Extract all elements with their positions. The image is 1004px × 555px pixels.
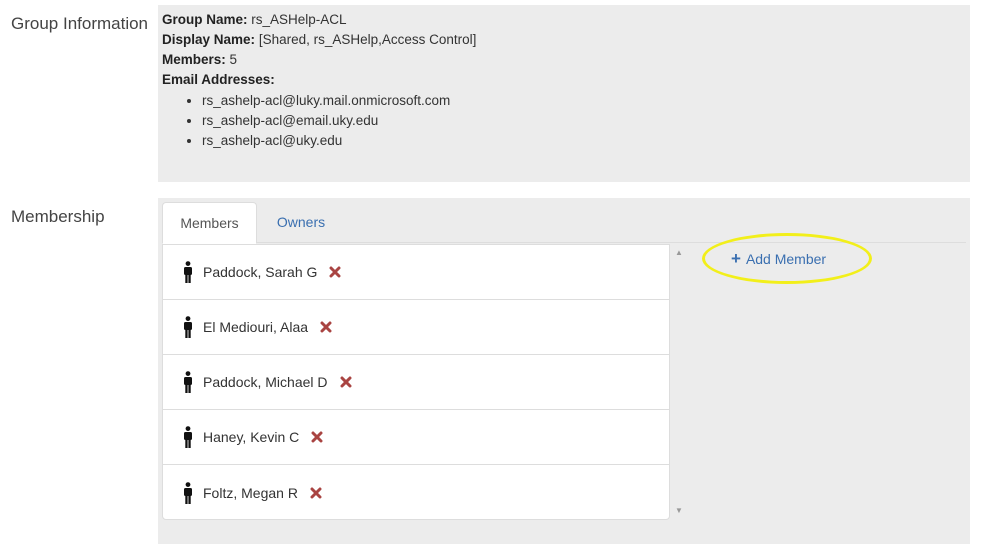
member-name: Haney, Kevin C (203, 429, 300, 445)
scroll-down-arrow-icon[interactable]: ▼ (675, 506, 683, 515)
display-name-label: Display Name: (162, 32, 256, 47)
remove-x-icon[interactable] (340, 376, 352, 388)
display-name-row: Display Name: [Shared, rs_ASHelp,Access … (162, 30, 966, 50)
membership-label: Membership (11, 207, 105, 226)
email-item: rs_ashelp-acl@uky.edu (202, 131, 966, 151)
member-name: Foltz, Megan R (203, 484, 298, 501)
group-name-value: rs_ASHelp-ACL (251, 12, 347, 27)
group-information-label: Group Information (11, 14, 149, 33)
members-count-label: Members: (162, 52, 226, 67)
person-icon (184, 426, 192, 448)
remove-x-icon[interactable] (329, 266, 341, 278)
tab-members[interactable]: Members (162, 202, 257, 244)
member-name: Paddock, Michael D (203, 374, 328, 390)
members-count-value: 5 (229, 52, 238, 67)
remove-x-icon[interactable] (310, 487, 322, 499)
remove-x-icon[interactable] (311, 431, 323, 443)
tab-owners[interactable]: Owners (257, 202, 345, 243)
add-member-label: Add Member (745, 251, 827, 267)
list-item: Paddock, Sarah G (163, 245, 669, 300)
remove-x-icon[interactable] (320, 321, 332, 333)
group-name-label: Group Name: (162, 12, 248, 27)
add-member-button[interactable]: + Add Member (731, 249, 827, 268)
display-name-value: [Shared, rs_ASHelp,Access Control] (258, 32, 477, 47)
list-item: Foltz, Megan R (163, 465, 669, 519)
member-name: Paddock, Sarah G (203, 264, 318, 280)
plus-icon: + (731, 249, 741, 268)
membership-panel: Members Owners Paddock, Sarah G El Medio… (158, 198, 970, 544)
members-list[interactable]: Paddock, Sarah G El Mediouri, Alaa Paddo… (162, 244, 670, 520)
email-item: rs_ashelp-acl@luky.mail.onmicrosoft.com (202, 91, 966, 111)
member-name: El Mediouri, Alaa (203, 319, 309, 335)
email-item: rs_ashelp-acl@email.uky.edu (202, 111, 966, 131)
list-item: Haney, Kevin C (163, 410, 669, 465)
members-count-row: Members: 5 (162, 50, 966, 70)
group-info-panel: Group Name: rs_ASHelp-ACL Display Name: … (158, 5, 970, 182)
email-addresses-row: Email Addresses: (162, 70, 966, 90)
group-name-row: Group Name: rs_ASHelp-ACL (162, 10, 966, 30)
email-addresses-label: Email Addresses: (162, 72, 275, 87)
email-list: rs_ashelp-acl@luky.mail.onmicrosoft.com … (162, 91, 966, 151)
membership-tabs: Members Owners (162, 202, 966, 244)
person-icon (184, 261, 192, 283)
person-icon (184, 481, 192, 504)
person-icon (184, 316, 192, 338)
person-icon (184, 371, 192, 393)
list-item: Paddock, Michael D (163, 355, 669, 410)
scroll-up-arrow-icon[interactable]: ▲ (675, 248, 683, 257)
list-item: El Mediouri, Alaa (163, 300, 669, 355)
